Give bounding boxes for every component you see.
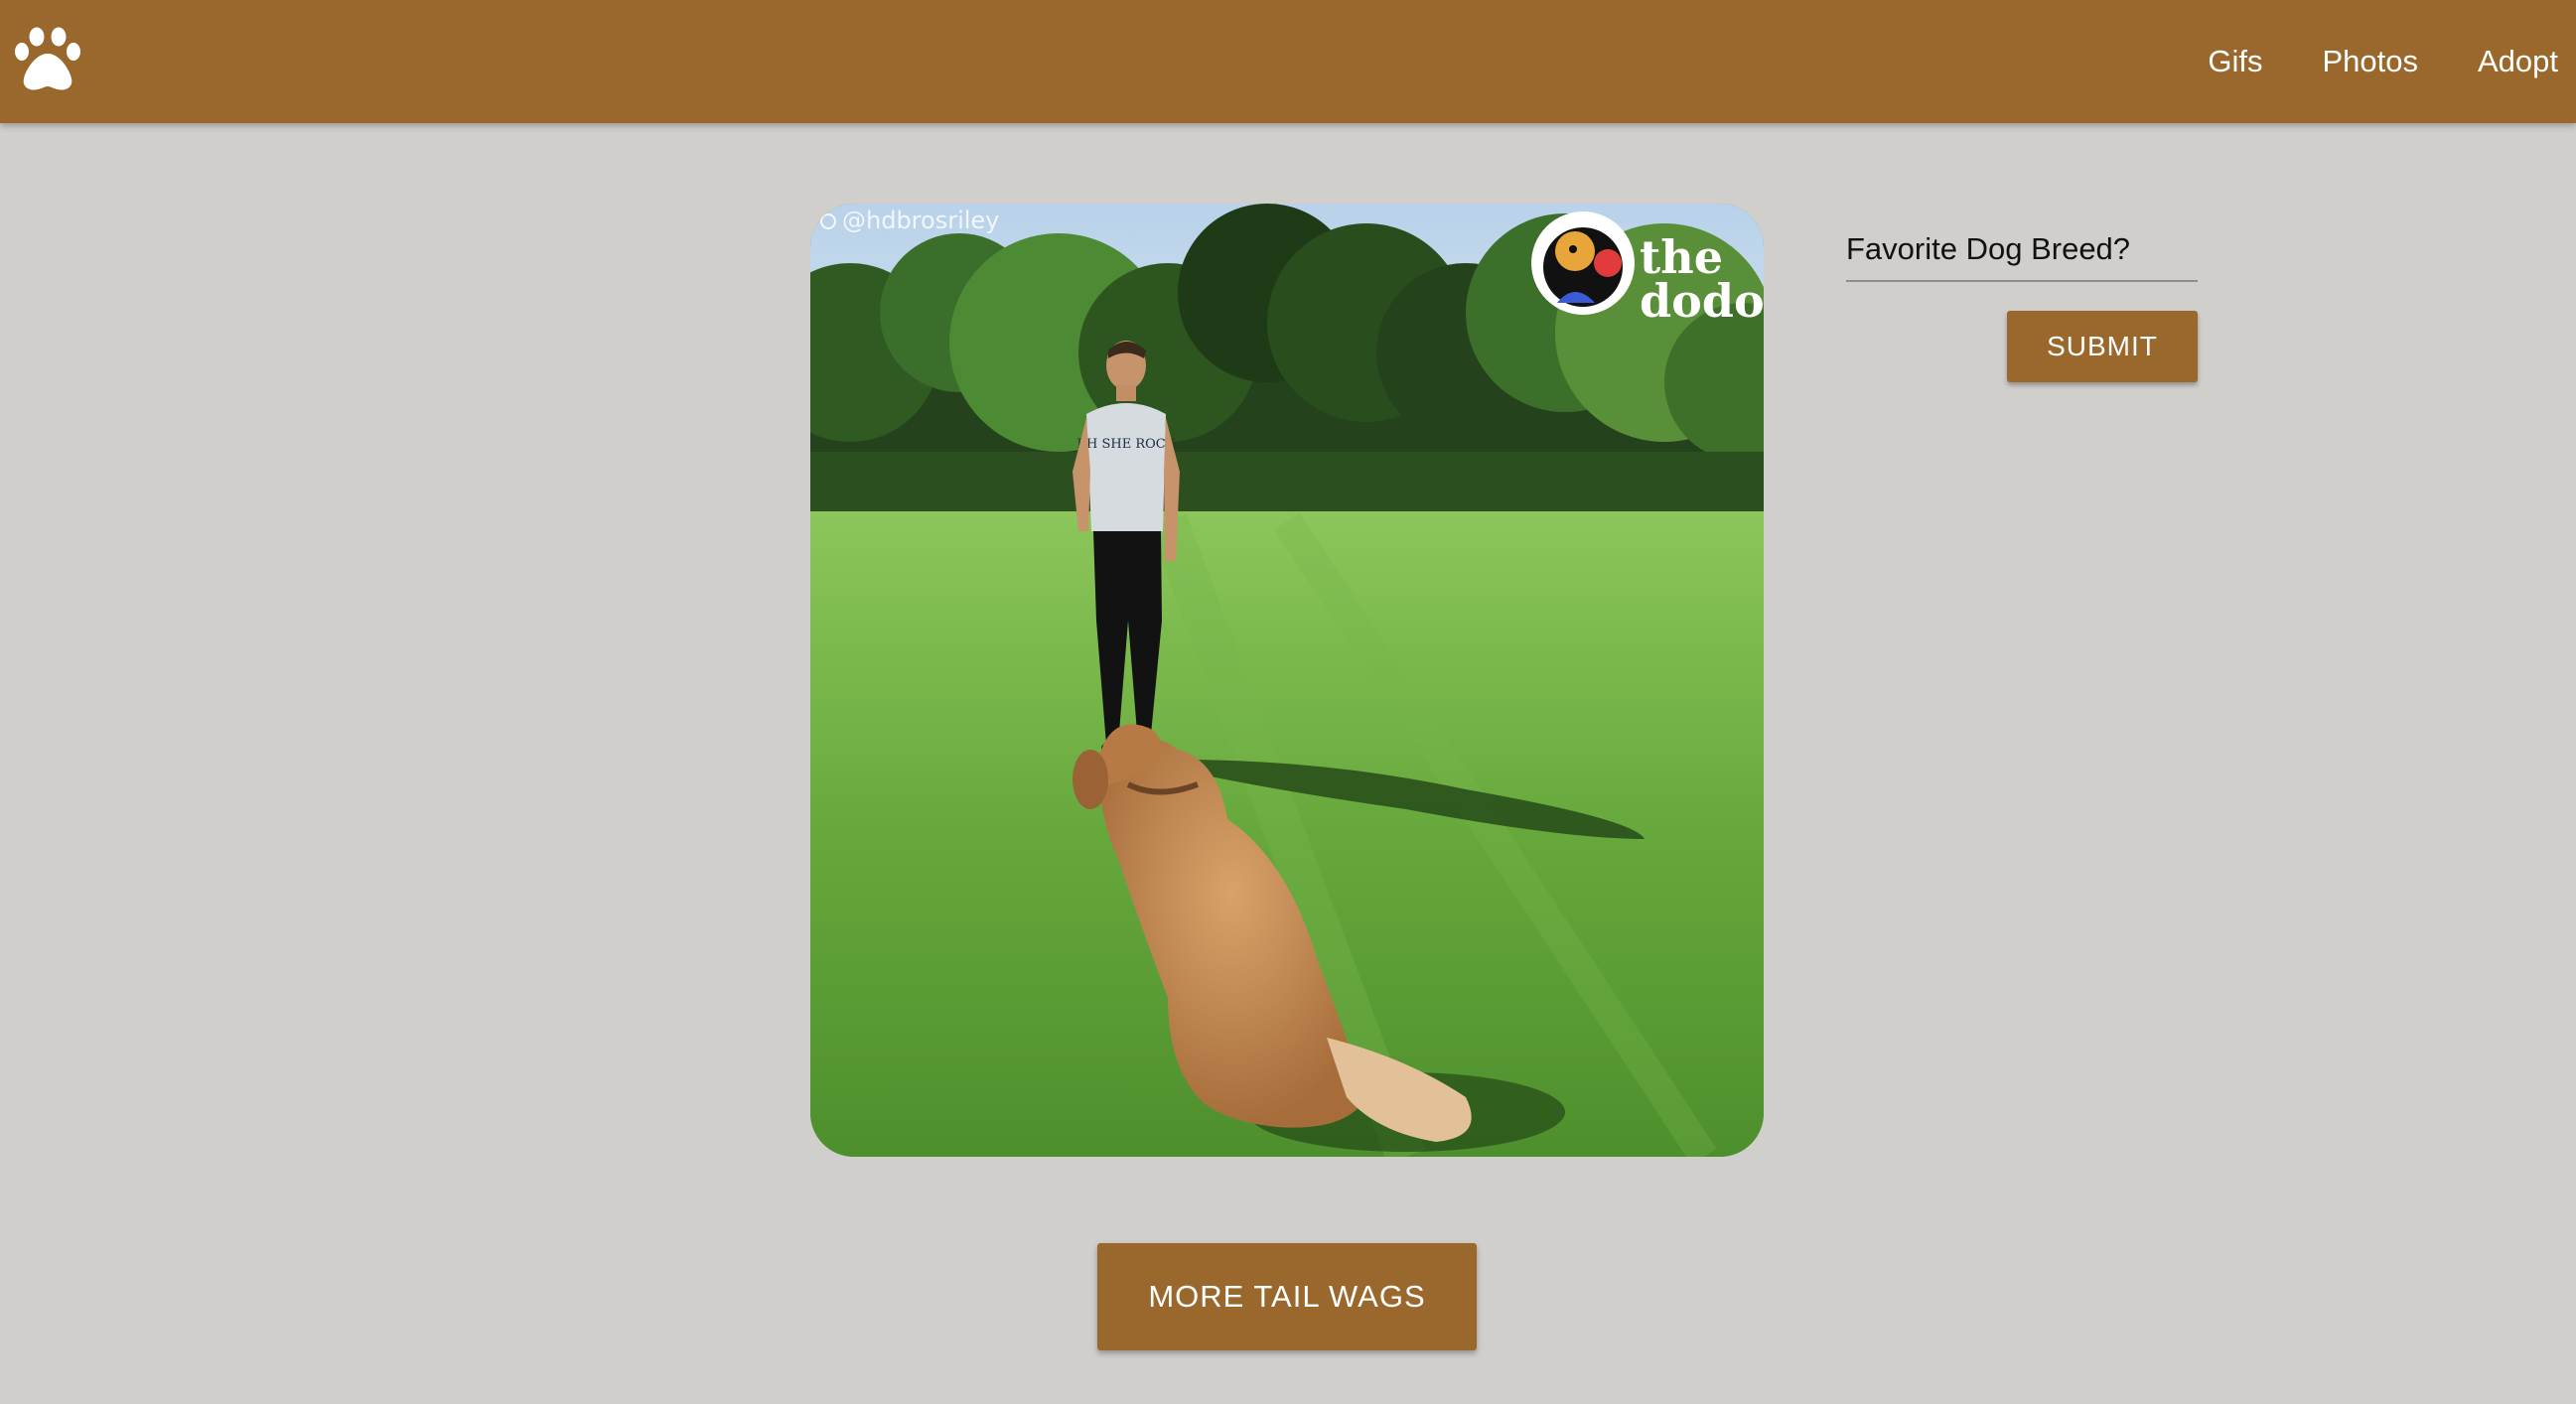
- nav-links: Gifs Photos Adopt: [2208, 0, 2558, 123]
- nav-link-photos[interactable]: Photos: [2322, 44, 2418, 79]
- watermark-handle: @hdbrosriley: [842, 207, 999, 234]
- top-navbar: Gifs Photos Adopt: [0, 0, 2576, 123]
- breed-form: SUBMIT: [1846, 218, 2198, 382]
- nav-link-gifs[interactable]: Gifs: [2208, 44, 2262, 79]
- dog-gif: EH SHE ROCK @hdbrosriley the dodo: [810, 204, 1764, 1157]
- dodo-badge-line2: dodo: [1640, 274, 1764, 328]
- favorite-breed-input[interactable]: [1846, 218, 2198, 282]
- shirt-print: EH SHE ROCK: [1077, 437, 1176, 452]
- more-tail-wags-button[interactable]: MORE TAIL WAGS: [1097, 1243, 1477, 1350]
- nav-link-adopt[interactable]: Adopt: [2478, 44, 2558, 79]
- submit-button[interactable]: SUBMIT: [2007, 311, 2198, 382]
- paw-icon[interactable]: [14, 26, 81, 91]
